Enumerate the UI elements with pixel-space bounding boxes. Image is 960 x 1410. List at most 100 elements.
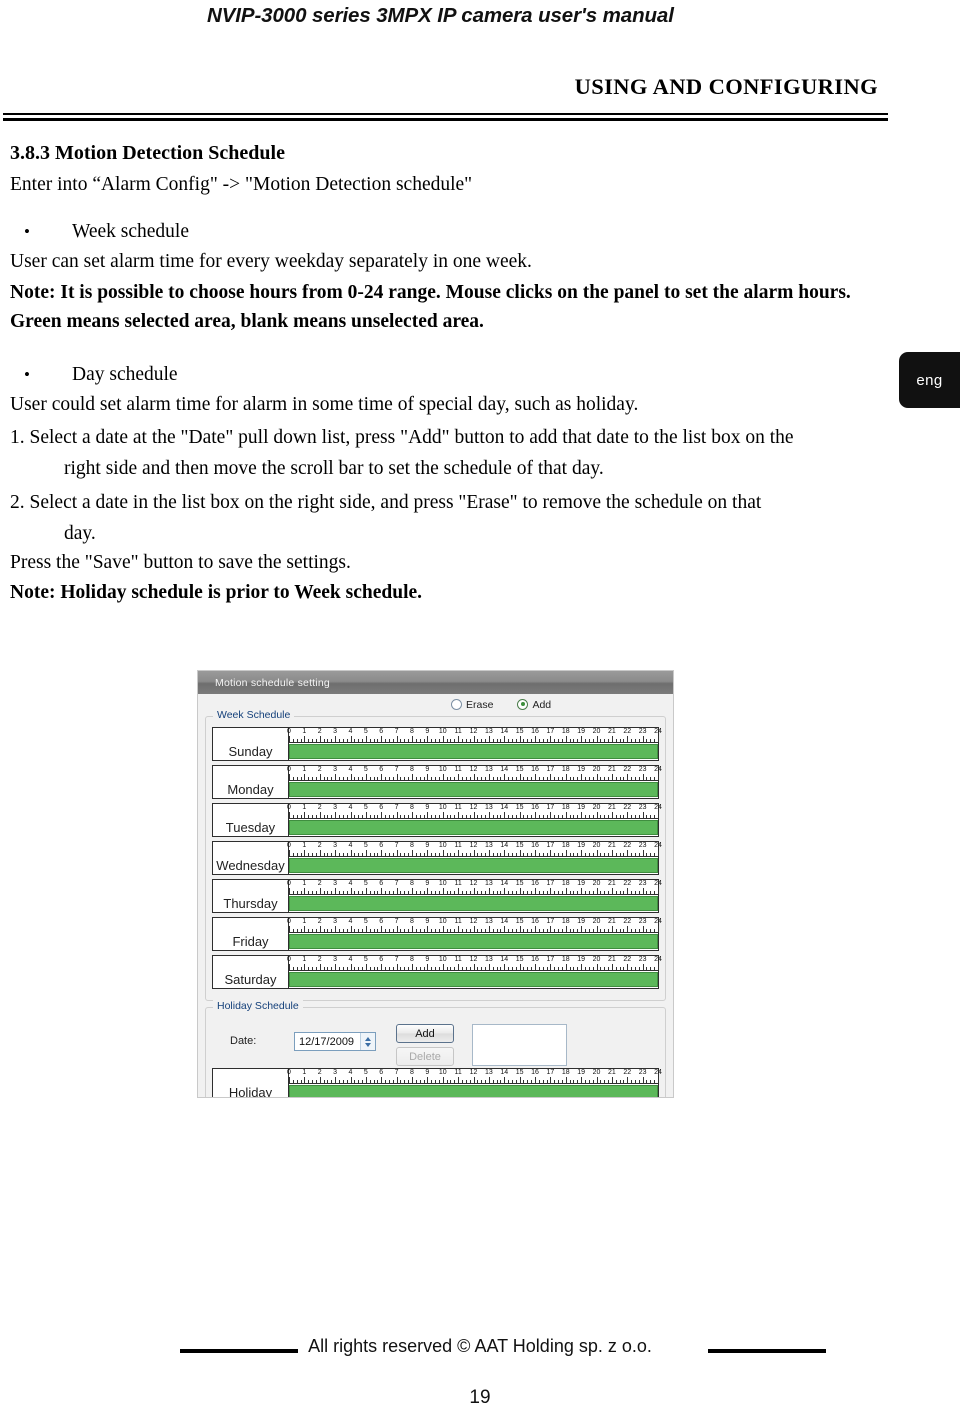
hour-tick-minor — [546, 777, 548, 780]
selected-hours-bar[interactable] — [289, 782, 658, 797]
hour-tick-label: 7 — [394, 918, 399, 925]
radio-add[interactable]: Add — [517, 699, 551, 711]
hour-tick-minor — [465, 967, 467, 970]
date-input[interactable]: 12/17/2009 — [294, 1032, 376, 1051]
schedule-bar-area[interactable] — [289, 781, 658, 798]
selected-hours-bar[interactable] — [289, 934, 658, 949]
hour-tick-minor — [527, 891, 529, 894]
schedule-bar-area[interactable] — [289, 819, 658, 836]
hour-tick-minor — [650, 1080, 652, 1083]
hour-tick-major — [304, 774, 306, 780]
schedule-track[interactable]: 0 1 2 3 4 5 6 7 8 9 10 11 12 13 14 15 16 17 18 19 20 21 22 23 24 — [287, 1069, 662, 1097]
hour-tick-minor — [481, 853, 483, 856]
schedule-bar-area[interactable] — [289, 1084, 658, 1097]
holiday-listbox[interactable] — [472, 1024, 567, 1066]
spinner-up-icon[interactable] — [365, 1036, 371, 1041]
hour-tick-minor — [588, 815, 590, 818]
spinner-down-icon[interactable] — [365, 1042, 371, 1047]
hour-tick-minor — [331, 777, 333, 780]
hour-tick-minor — [646, 815, 648, 818]
date-spinner[interactable] — [360, 1033, 375, 1050]
schedule-track[interactable]: 0 1 2 3 4 5 6 7 8 9 10 11 12 13 14 15 16 17 18 19 20 21 22 23 24 — [287, 766, 662, 798]
hour-tick-minor — [465, 1080, 467, 1083]
hour-tick-major — [535, 888, 536, 894]
selected-hours-bar[interactable] — [289, 820, 658, 835]
hour-tick-minor — [542, 891, 544, 894]
schedule-track[interactable]: 0 1 2 3 4 5 6 7 8 9 10 11 12 13 14 15 16 17 18 19 20 21 22 23 24 — [287, 728, 662, 760]
hour-tick-minor — [546, 1080, 548, 1083]
selected-hours-bar[interactable] — [289, 896, 658, 911]
hour-tick-minor — [650, 853, 652, 856]
selected-hours-bar[interactable] — [289, 858, 658, 873]
hour-ruler: 0 1 2 3 4 5 6 7 8 9 10 11 12 13 14 15 16 17 18 19 20 21 22 23 24 — [287, 804, 662, 819]
hour-tick-minor — [500, 891, 502, 894]
hour-tick-major — [289, 888, 290, 894]
hour-tick-label: 2 — [317, 842, 322, 849]
add-button[interactable]: Add — [396, 1024, 454, 1043]
hour-tick-minor — [554, 891, 556, 894]
language-tab-eng[interactable]: eng — [899, 352, 960, 408]
hour-tick-minor — [292, 815, 294, 818]
schedule-bar-area[interactable] — [289, 857, 658, 874]
hour-tick-minor — [569, 967, 571, 970]
hour-tick-minor — [308, 891, 310, 894]
hour-tick-minor — [542, 739, 544, 742]
selected-hours-bar[interactable] — [289, 744, 658, 759]
hour-tick-minor — [531, 739, 533, 742]
hour-tick-minor — [492, 777, 494, 780]
hour-tick-major — [381, 926, 383, 932]
schedule-track[interactable]: 0 1 2 3 4 5 6 7 8 9 10 11 12 13 14 15 16 17 18 19 20 21 22 23 24 — [287, 956, 662, 988]
hour-tick-minor — [508, 853, 510, 856]
hour-tick-label: 9 — [425, 1069, 430, 1076]
hour-tick-minor — [584, 777, 586, 780]
hour-tick-label: 17 — [546, 956, 555, 963]
hour-tick-minor — [588, 967, 590, 970]
hour-tick-label: 14 — [500, 880, 509, 887]
hour-tick-major — [381, 774, 383, 780]
hour-tick-minor — [300, 777, 302, 780]
selected-hours-bar[interactable] — [289, 1085, 658, 1097]
hour-tick-minor — [485, 815, 487, 818]
schedule-track[interactable]: 0 1 2 3 4 5 6 7 8 9 10 11 12 13 14 15 16 17 18 19 20 21 22 23 24 — [287, 880, 662, 912]
hour-tick-label: 5 — [363, 728, 368, 735]
hour-tick-label: 19 — [577, 1069, 586, 1076]
radio-erase[interactable]: Erase — [451, 699, 493, 711]
hour-tick-major — [611, 1077, 613, 1083]
schedule-track[interactable]: 0 1 2 3 4 5 6 7 8 9 10 11 12 13 14 15 16 17 18 19 20 21 22 23 24 — [287, 842, 662, 874]
schedule-row: Monday 0 1 2 3 4 5 6 7 8 9 10 11 12 13 14 15 16 17 18 19 20 21… — [212, 765, 662, 799]
hour-tick-major — [458, 1077, 460, 1083]
hour-tick-minor — [438, 853, 440, 856]
hour-tick-minor — [354, 929, 356, 932]
week-description: User can set alarm time for every weekda… — [10, 251, 532, 272]
hour-tick-minor — [638, 739, 640, 742]
hour-tick-major — [596, 926, 598, 932]
schedule-track[interactable]: 0 1 2 3 4 5 6 7 8 9 10 11 12 13 14 15 16 17 18 19 20 21 22 23 24 — [287, 918, 662, 950]
hour-tick-minor — [558, 739, 560, 742]
schedule-track[interactable]: 0 1 2 3 4 5 6 7 8 9 10 11 12 13 14 15 16 17 18 19 20 21 22 23 24 — [287, 804, 662, 836]
hour-tick-label: 13 — [484, 766, 493, 773]
schedule-bar-area[interactable] — [289, 971, 658, 988]
hour-tick-minor — [573, 1080, 575, 1083]
schedule-bar-area[interactable] — [289, 895, 658, 912]
hour-tick-label: 8 — [410, 1069, 414, 1076]
hour-tick-minor — [404, 891, 406, 894]
hour-tick-minor — [619, 777, 621, 780]
hour-tick-minor — [465, 853, 467, 856]
hour-tick-major — [488, 812, 490, 818]
schedule-bar-area[interactable] — [289, 933, 658, 950]
schedule-bar-area[interactable] — [289, 743, 658, 760]
hour-tick-minor — [404, 1080, 406, 1083]
hour-tick-minor — [634, 739, 636, 742]
hour-tick-major — [381, 964, 383, 970]
hour-tick-major — [473, 964, 475, 970]
hour-tick-label: 7 — [394, 728, 399, 735]
hour-tick-minor — [619, 891, 621, 894]
hour-tick-minor — [461, 967, 463, 970]
selected-hours-bar[interactable] — [289, 972, 658, 987]
language-tab-label: eng — [916, 371, 943, 389]
hour-tick-minor — [477, 777, 479, 780]
hour-tick-minor — [515, 853, 517, 856]
schedule-row: Thursday 0 1 2 3 4 5 6 7 8 9 10 11 12 13 14 15 16 17 18 19 20… — [212, 879, 662, 913]
hour-tick-major — [565, 888, 567, 894]
hour-tick-minor — [554, 815, 556, 818]
